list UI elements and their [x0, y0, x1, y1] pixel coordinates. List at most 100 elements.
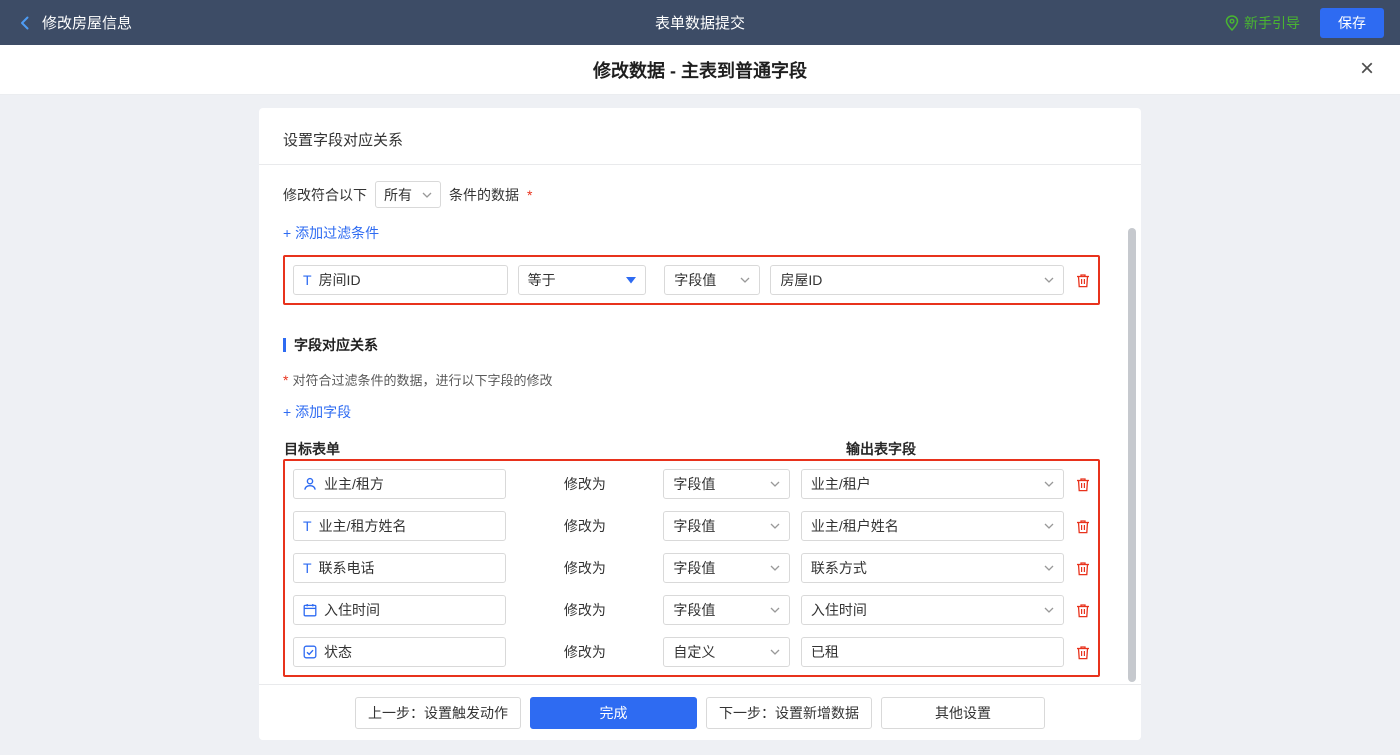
mapping-description-text: 对符合过滤条件的数据，进行以下字段的修改: [292, 370, 552, 389]
chevron-down-icon: [770, 481, 780, 487]
section-accent-bar: [283, 338, 286, 352]
filter-row: T 等于 字段值 房屋ID: [293, 265, 1090, 295]
modify-to-label: 修改为: [506, 558, 663, 578]
chevron-down-icon: [1044, 277, 1054, 283]
output-field-value: 入住时间: [811, 600, 867, 620]
delete-icon[interactable]: [1076, 273, 1090, 288]
chevron-down-icon: [1044, 481, 1054, 487]
target-field-input[interactable]: T: [293, 511, 506, 541]
mapping-description: * 对符合过滤条件的数据，进行以下字段的修改: [283, 370, 1117, 389]
topbar: 修改房屋信息 表单数据提交 新手引导 保存: [0, 0, 1400, 45]
filter-condition-line: 修改符合以下 所有 条件的数据 *: [283, 181, 1117, 208]
back-button[interactable]: [16, 14, 34, 32]
output-field-value: 业主/租户: [811, 474, 871, 494]
close-icon[interactable]: ×: [1360, 57, 1374, 81]
other-settings-button[interactable]: 其他设置: [881, 697, 1045, 729]
dialog-content: 设置字段对应关系 修改符合以下 所有 条件的数据 * + 添加过滤条件 T: [0, 95, 1400, 755]
chevron-down-icon: [770, 523, 780, 529]
value-type-value: 字段值: [673, 516, 715, 536]
chevron-down-icon: [740, 277, 750, 283]
map-pin-icon: [1225, 15, 1239, 31]
filter-field-input[interactable]: T: [293, 265, 508, 295]
target-field-value[interactable]: [319, 518, 497, 534]
delete-icon[interactable]: [1076, 477, 1090, 492]
chevron-down-icon: [1044, 607, 1054, 613]
operator-select[interactable]: 等于: [518, 265, 647, 295]
user-icon: [303, 477, 317, 491]
value-type-select[interactable]: 字段值: [664, 265, 760, 295]
dialog-header: 修改数据 - 主表到普通字段 ×: [0, 45, 1400, 95]
modify-to-label: 修改为: [506, 516, 663, 536]
compare-field-value: 房屋ID: [780, 270, 822, 290]
mapping-row: T 修改为 字段值 业主/租户姓名: [293, 511, 1090, 541]
add-filter-condition-link[interactable]: + 添加过滤条件: [283, 223, 379, 243]
delete-icon[interactable]: [1076, 519, 1090, 534]
value-type-select[interactable]: 字段值: [663, 553, 789, 583]
column-header-output: 输出表字段: [846, 439, 916, 459]
target-field-value[interactable]: [324, 602, 496, 618]
chevron-down-icon: [770, 607, 780, 613]
chevron-down-icon: [1044, 565, 1054, 571]
target-field-input[interactable]: [293, 469, 506, 499]
target-field-value[interactable]: [319, 560, 497, 576]
custom-value-input[interactable]: [801, 637, 1064, 667]
value-type-value: 字段值: [673, 558, 715, 578]
text-icon: T: [303, 561, 312, 575]
text-icon: T: [303, 273, 312, 287]
mapping-highlight-box: 修改为 字段值 业主/租户 T: [283, 459, 1100, 677]
chevron-left-icon: [16, 14, 34, 32]
output-field-value: 业主/租户姓名: [811, 516, 899, 536]
output-field-select[interactable]: 入住时间: [801, 595, 1064, 625]
mapping-row: 修改为 自定义: [293, 637, 1090, 667]
target-field-input[interactable]: T: [293, 553, 506, 583]
target-field-input[interactable]: [293, 595, 506, 625]
compare-field-select[interactable]: 房屋ID: [770, 265, 1064, 295]
filter-field-value[interactable]: [319, 272, 498, 288]
delete-icon[interactable]: [1076, 561, 1090, 576]
modify-to-label: 修改为: [506, 642, 663, 662]
caret-down-icon: [626, 277, 636, 284]
value-type-value: 字段值: [673, 474, 715, 494]
delete-icon[interactable]: [1076, 645, 1090, 660]
value-type-select[interactable]: 自定义: [663, 637, 789, 667]
column-headers: 目标表单 输出表字段: [283, 439, 1117, 459]
custom-value-text[interactable]: [811, 644, 1054, 660]
operator-value: 等于: [528, 270, 556, 290]
required-mark: *: [283, 372, 288, 388]
add-field-link[interactable]: + 添加字段: [283, 402, 351, 422]
output-field-select[interactable]: 联系方式: [801, 553, 1064, 583]
text-icon: T: [303, 519, 312, 533]
value-type-select[interactable]: 字段值: [663, 511, 789, 541]
target-field-value[interactable]: [324, 644, 496, 660]
next-step-button[interactable]: 下一步：设置新增数据: [706, 697, 872, 729]
page-title: 修改房屋信息: [42, 12, 132, 33]
guide-link[interactable]: 新手引导: [1225, 13, 1300, 33]
topbar-center-title: 表单数据提交: [0, 12, 1400, 33]
delete-icon[interactable]: [1076, 603, 1090, 618]
target-field-value[interactable]: [324, 476, 496, 492]
chevron-down-icon: [422, 192, 432, 198]
prev-step-button[interactable]: 上一步：设置触发动作: [355, 697, 521, 729]
mapping-row: T 修改为 字段值 联系方式: [293, 553, 1090, 583]
value-type-value: 自定义: [673, 642, 715, 662]
guide-label: 新手引导: [1244, 13, 1300, 33]
value-type-select[interactable]: 字段值: [663, 469, 789, 499]
filter-scope-value: 所有: [384, 185, 412, 205]
modify-to-label: 修改为: [506, 600, 663, 620]
mapping-section-title: 字段对应关系: [294, 335, 378, 355]
vertical-scrollbar[interactable]: [1128, 228, 1136, 682]
filter-prefix-label: 修改符合以下: [283, 185, 367, 205]
card-footer: 上一步：设置触发动作 完成 下一步：设置新增数据 其他设置: [259, 684, 1141, 740]
value-type-value: 字段值: [674, 270, 716, 290]
chevron-down-icon: [1044, 523, 1054, 529]
modify-to-label: 修改为: [506, 474, 663, 494]
save-button[interactable]: 保存: [1320, 8, 1384, 38]
filter-scope-select[interactable]: 所有: [375, 181, 441, 208]
value-type-select[interactable]: 字段值: [663, 595, 789, 625]
output-field-select[interactable]: 业主/租户: [801, 469, 1064, 499]
output-field-select[interactable]: 业主/租户姓名: [801, 511, 1064, 541]
filter-highlight-box: T 等于 字段值 房屋ID: [283, 255, 1100, 305]
chevron-down-icon: [770, 649, 780, 655]
done-button[interactable]: 完成: [530, 697, 697, 729]
target-field-input[interactable]: [293, 637, 506, 667]
